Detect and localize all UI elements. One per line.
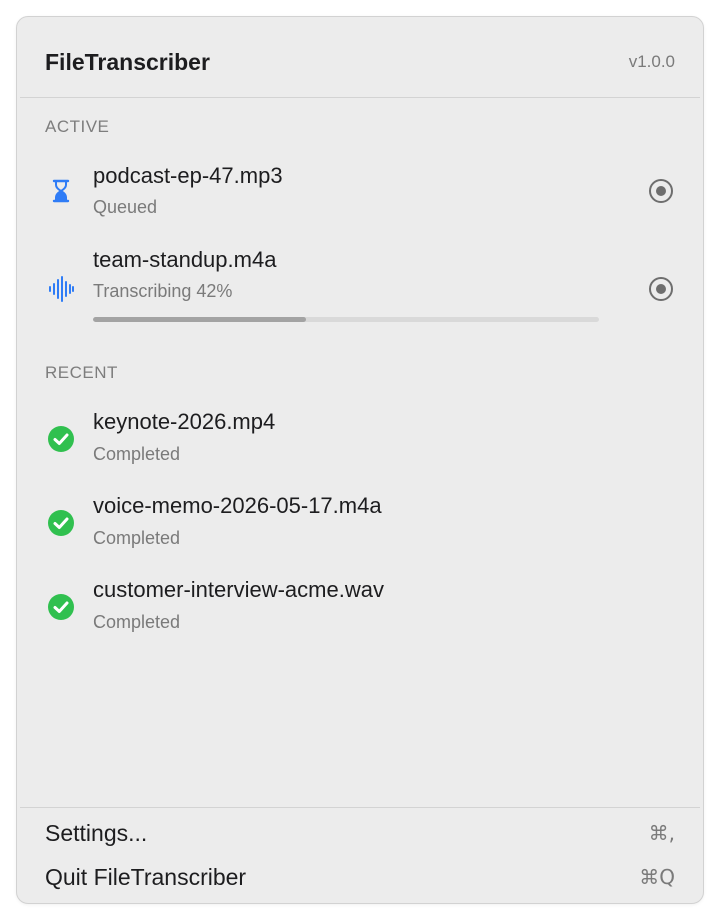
app-title: FileTranscriber [45, 49, 210, 75]
file-name: customer-interview-acme.wav [93, 577, 384, 602]
stop-circle-icon[interactable] [647, 275, 675, 303]
recent-item[interactable]: customer-interview-acme.wav Completed [17, 569, 703, 641]
popover-header: FileTranscriber v1.0.0 [17, 17, 703, 97]
header-divider [20, 97, 700, 98]
section-title-active: ACTIVE [45, 117, 110, 136]
file-status: Queued [93, 197, 158, 217]
section-title-recent: RECENT [45, 363, 118, 382]
footer-divider [20, 807, 700, 808]
file-name: keynote-2026.mp4 [93, 409, 276, 434]
app-version: v1.0.0 [628, 52, 675, 71]
checkmark-circle-icon [45, 591, 77, 623]
recent-item[interactable]: keynote-2026.mp4 Completed [17, 401, 703, 473]
checkmark-circle-icon [45, 423, 77, 455]
settings-menu-item[interactable]: Settings... ⌘, [17, 813, 703, 853]
file-status: Transcribing 42% [93, 281, 233, 301]
settings-label: Settings... [45, 820, 148, 846]
progress-fill [93, 317, 306, 322]
active-item[interactable]: team-standup.m4a Transcribing 42% [17, 239, 703, 329]
active-item[interactable]: podcast-ep-47.mp3 Queued [17, 155, 703, 227]
menu-bar-popover: FileTranscriber v1.0.0 ACTIVE podcast-ep… [16, 16, 704, 904]
recent-item[interactable]: voice-memo-2026-05-17.m4a Completed [17, 485, 703, 557]
file-name: podcast-ep-47.mp3 [93, 163, 283, 188]
transcription-progress-bar [93, 317, 599, 322]
file-status: Completed [93, 444, 181, 464]
quit-menu-item[interactable]: Quit FileTranscriber ⌘Q [17, 857, 703, 897]
settings-shortcut: ⌘, [648, 821, 675, 845]
quit-label: Quit FileTranscriber [45, 864, 247, 890]
quit-shortcut: ⌘Q [639, 865, 675, 889]
waveform-icon [45, 273, 77, 305]
file-status: Completed [93, 528, 181, 548]
stop-circle-icon[interactable] [647, 177, 675, 205]
checkmark-circle-icon [45, 507, 77, 539]
hourglass-icon [45, 175, 77, 207]
file-status: Completed [93, 612, 181, 632]
file-name: team-standup.m4a [93, 247, 277, 272]
file-name: voice-memo-2026-05-17.m4a [93, 493, 382, 518]
